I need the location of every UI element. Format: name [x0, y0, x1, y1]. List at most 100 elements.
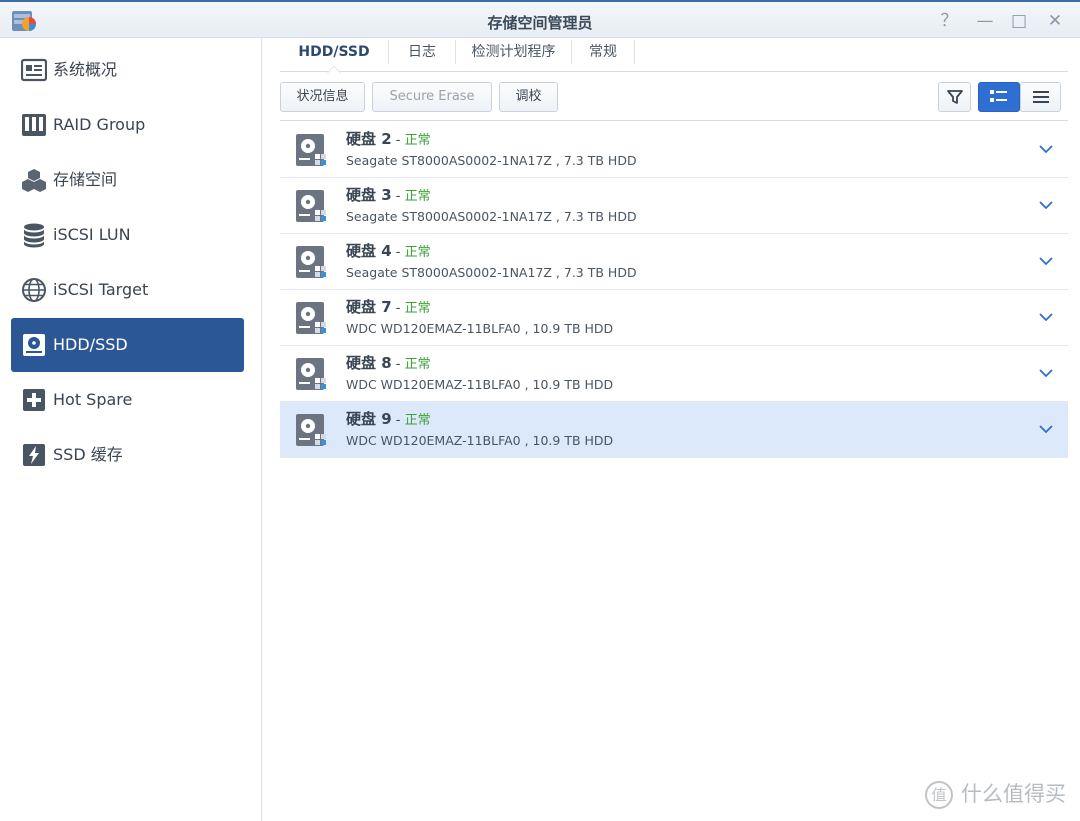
- disk-row[interactable]: 硬盘 7 - 正常 WDC WD120EMAZ-11BLFA0 , 10.9 T…: [280, 290, 1068, 346]
- title-bar: 存储空间管理员 ？ — □ ✕: [0, 0, 1080, 38]
- sidebar-item-storage-pool[interactable]: 存储空间: [11, 153, 244, 207]
- disk-name: 硬盘 3: [346, 186, 392, 204]
- hard-disk-icon: [296, 246, 326, 278]
- storage-pool-icon: [22, 169, 46, 192]
- sidebar-item-overview[interactable]: 系统概况: [11, 43, 244, 97]
- tab-hdd-ssd[interactable]: HDD/SSD: [280, 38, 388, 73]
- disk-row-selected[interactable]: 硬盘 9 - 正常 WDC WD120EMAZ-11BLFA0 , 10.9 T…: [280, 402, 1068, 458]
- chevron-down-icon[interactable]: [1036, 307, 1056, 327]
- tab-label: 检测计划程序: [471, 44, 556, 60]
- tab-divider: [634, 40, 635, 64]
- watermark: 值什么值得买: [925, 778, 1066, 809]
- overview-icon: [21, 58, 47, 82]
- globe-icon: [22, 278, 46, 302]
- chevron-down-icon[interactable]: [1036, 419, 1056, 439]
- tab-label: 常规: [589, 44, 617, 60]
- chevron-down-icon[interactable]: [1036, 195, 1056, 215]
- tab-general[interactable]: 常规: [572, 38, 634, 72]
- sidebar-item-label: HDD/SSD: [53, 335, 128, 354]
- detail-view-toggle[interactable]: [978, 82, 1020, 112]
- hard-disk-icon: [296, 358, 326, 390]
- hard-disk-icon: [296, 414, 326, 446]
- filter-icon: [946, 90, 963, 104]
- sidebar-item-label: 系统概况: [53, 60, 118, 79]
- list-compact-icon: [1032, 91, 1049, 103]
- disk-status: 正常: [404, 301, 431, 316]
- sidebar-item-iscsi-target[interactable]: iSCSI Target: [11, 263, 244, 317]
- disk-name: 硬盘 8: [346, 354, 392, 372]
- disk-detail: WDC WD120EMAZ-11BLFA0 , 10.9 TB HDD: [346, 433, 614, 448]
- hdd-icon: [23, 334, 45, 356]
- ssd-cache-icon: [23, 444, 45, 466]
- active-tab-indicator: [327, 66, 341, 73]
- disk-name: 硬盘 2: [346, 130, 392, 148]
- sidebar-item-hot-spare[interactable]: Hot Spare: [11, 373, 244, 427]
- disk-row[interactable]: 硬盘 4 - 正常 Seagate ST8000AS0002-1NA17Z , …: [280, 234, 1068, 290]
- disk-status: 正常: [404, 245, 431, 260]
- sidebar-item-label: 存储空间: [53, 170, 118, 189]
- status-separator: -: [391, 301, 405, 316]
- filter-button[interactable]: [938, 82, 971, 112]
- disk-title: 硬盘 2 - 正常: [346, 128, 431, 149]
- hard-disk-icon: [296, 302, 326, 334]
- disk-row[interactable]: 硬盘 2 - 正常 Seagate ST8000AS0002-1NA17Z , …: [280, 122, 1068, 178]
- sidebar-item-label: iSCSI Target: [53, 280, 149, 299]
- chevron-down-icon[interactable]: [1036, 139, 1056, 159]
- disk-title: 硬盘 3 - 正常: [346, 184, 431, 205]
- minimize-button[interactable]: —: [972, 8, 998, 34]
- tab-test-scheduler[interactable]: 检测计划程序: [456, 38, 571, 72]
- status-separator: -: [391, 413, 405, 428]
- tab-label: 日志: [408, 44, 436, 60]
- sidebar-item-label: iSCSI LUN: [53, 225, 131, 244]
- disk-detail: WDC WD120EMAZ-11BLFA0 , 10.9 TB HDD: [346, 321, 614, 336]
- disk-detail: Seagate ST8000AS0002-1NA17Z , 7.3 TB HDD: [346, 153, 637, 168]
- status-separator: -: [391, 245, 405, 260]
- tab-label: HDD/SSD: [298, 44, 370, 60]
- sidebar: 系统概况 RAID Group 存储空间 iSCSI LUN iSCSI Tar…: [0, 38, 262, 821]
- sidebar-item-label: RAID Group: [53, 115, 146, 134]
- disk-title: 硬盘 9 - 正常: [346, 408, 431, 429]
- disk-detail: Seagate ST8000AS0002-1NA17Z , 7.3 TB HDD: [346, 209, 637, 224]
- hard-disk-icon: [296, 190, 326, 222]
- disk-title: 硬盘 7 - 正常: [346, 296, 431, 317]
- disk-name: 硬盘 4: [346, 242, 392, 260]
- status-separator: -: [391, 357, 405, 372]
- secure-erase-button[interactable]: Secure Erase: [372, 82, 492, 112]
- calibrate-button[interactable]: 调校: [499, 82, 558, 112]
- hot-spare-icon: [23, 389, 45, 411]
- disk-status: 正常: [404, 357, 431, 372]
- status-info-button[interactable]: 状况信息: [280, 82, 365, 112]
- window-title: 存储空间管理员: [487, 14, 593, 32]
- chevron-down-icon[interactable]: [1036, 363, 1056, 383]
- list-detail-icon: [990, 90, 1007, 102]
- sidebar-item-label: SSD 缓存: [53, 445, 123, 464]
- compact-view-toggle[interactable]: [1020, 82, 1061, 112]
- disk-detail: Seagate ST8000AS0002-1NA17Z , 7.3 TB HDD: [346, 265, 637, 280]
- database-icon: [24, 223, 44, 248]
- disk-status: 正常: [404, 413, 431, 428]
- status-separator: -: [391, 189, 405, 204]
- sidebar-item-iscsi-lun[interactable]: iSCSI LUN: [11, 208, 244, 262]
- disk-title: 硬盘 8 - 正常: [346, 352, 431, 373]
- watermark-logo: 值: [925, 781, 953, 809]
- disk-row[interactable]: 硬盘 8 - 正常 WDC WD120EMAZ-11BLFA0 , 10.9 T…: [280, 346, 1068, 402]
- maximize-button[interactable]: □: [1006, 8, 1032, 34]
- disk-detail: WDC WD120EMAZ-11BLFA0 , 10.9 TB HDD: [346, 377, 614, 392]
- watermark-text: 什么值得买: [961, 782, 1066, 806]
- toolbar-divider: [280, 120, 1068, 121]
- disk-name: 硬盘 9: [346, 410, 392, 428]
- disk-name: 硬盘 7: [346, 298, 392, 316]
- sidebar-item-raid-group[interactable]: RAID Group: [11, 98, 244, 152]
- sidebar-item-ssd-cache[interactable]: SSD 缓存: [11, 428, 244, 482]
- disk-status: 正常: [404, 189, 431, 204]
- disk-status: 正常: [404, 133, 431, 148]
- hard-disk-icon: [296, 134, 326, 166]
- sidebar-item-label: Hot Spare: [53, 390, 133, 409]
- disk-row[interactable]: 硬盘 3 - 正常 Seagate ST8000AS0002-1NA17Z , …: [280, 178, 1068, 234]
- chevron-down-icon[interactable]: [1036, 251, 1056, 271]
- close-button[interactable]: ✕: [1042, 8, 1068, 34]
- help-button[interactable]: ？: [936, 8, 962, 34]
- sidebar-item-hdd-ssd[interactable]: HDD/SSD: [11, 318, 244, 372]
- raid-group-icon: [22, 114, 46, 136]
- tab-log[interactable]: 日志: [389, 38, 455, 72]
